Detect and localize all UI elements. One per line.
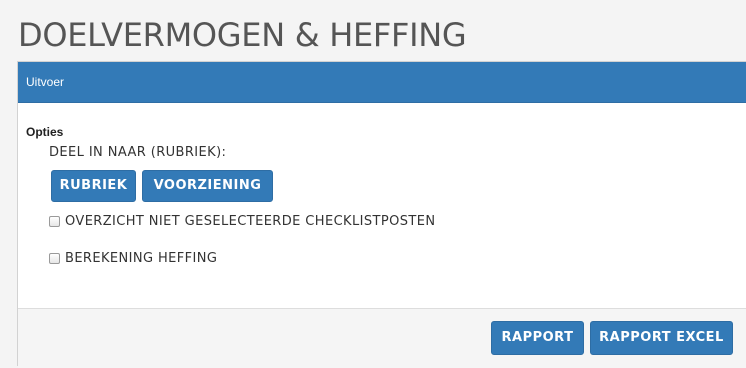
overview-checkbox[interactable] — [49, 216, 60, 227]
rapport-button[interactable]: RAPPORT — [491, 321, 584, 355]
rubriek-button[interactable]: RUBRIEK — [51, 170, 136, 202]
checkbox-row-levy[interactable]: BEREKENING HEFFING — [49, 251, 217, 266]
levy-checkbox[interactable] — [49, 253, 60, 264]
overview-checkbox-label: OVERZICHT NIET GESELECTEERDE CHECKLISTPO… — [65, 214, 436, 229]
voorziening-button[interactable]: VOORZIENING — [142, 170, 273, 202]
panel-footer: RAPPORT RAPPORT EXCEL — [18, 308, 746, 368]
options-label: Opties — [26, 125, 64, 139]
output-panel: Uitvoer Opties DEEL IN NAAR (RUBRIEK): R… — [17, 61, 746, 368]
rapport-excel-button[interactable]: RAPPORT EXCEL — [590, 321, 733, 355]
panel-body: Opties DEEL IN NAAR (RUBRIEK): RUBRIEK V… — [18, 103, 746, 309]
checkbox-row-overview[interactable]: OVERZICHT NIET GESELECTEERDE CHECKLISTPO… — [49, 214, 435, 229]
panel-header: Uitvoer — [18, 62, 746, 103]
page-title: DOELVERMOGEN & HEFFING — [18, 16, 467, 54]
group-by-label: DEEL IN NAAR (RUBRIEK): — [49, 145, 227, 160]
levy-checkbox-label: BEREKENING HEFFING — [65, 251, 218, 266]
